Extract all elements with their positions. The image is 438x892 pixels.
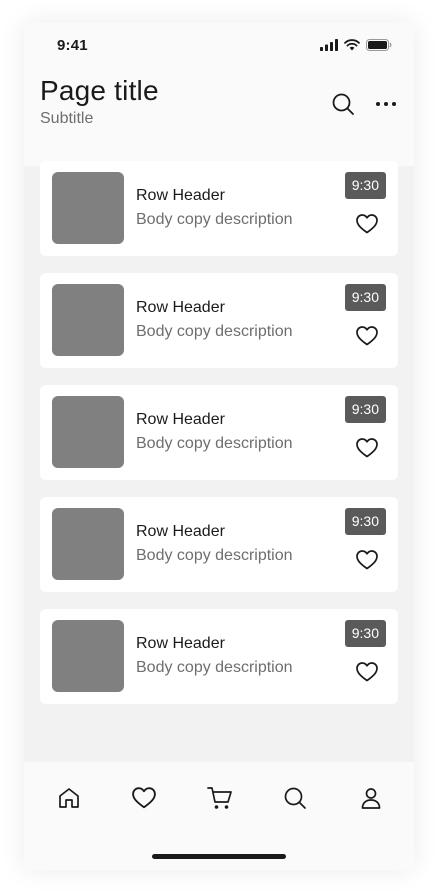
home-indicator (152, 854, 286, 859)
status-bar: 9:41 (24, 22, 414, 70)
row-description: Body copy description (136, 435, 293, 452)
status-icons (320, 39, 392, 51)
heart-icon (356, 662, 378, 682)
time-badge: 9:30 (344, 396, 386, 423)
time-badge: 9:30 (344, 508, 386, 535)
thumbnail-image (52, 396, 124, 468)
row-description: Body copy description (136, 547, 293, 564)
page-header: Page title Subtitle (24, 70, 414, 166)
header-more-button[interactable] (372, 90, 400, 118)
heart-icon (356, 326, 378, 346)
thumbnail-image (52, 620, 124, 692)
favorite-button[interactable] (354, 435, 380, 461)
list-item[interactable]: Row Header Body copy description 9:30 (40, 161, 398, 256)
heart-icon (356, 438, 378, 458)
battery-icon (366, 39, 392, 51)
favorite-button[interactable] (354, 211, 380, 237)
row-header: Row Header (136, 635, 225, 652)
row-description: Body copy description (136, 659, 293, 676)
favorite-button[interactable] (354, 659, 380, 685)
content-list: Row Header Body copy description 9:30 Ro… (40, 161, 398, 721)
cart-icon (207, 785, 233, 811)
thumbnail-image (52, 284, 124, 356)
phone-screen: 9:41 Page title Subtitle Row Header Body… (24, 22, 414, 870)
header-search-button[interactable] (329, 90, 357, 118)
favorite-button[interactable] (354, 547, 380, 573)
time-badge: 9:30 (344, 620, 386, 647)
list-item[interactable]: Row Header Body copy description 9:30 (40, 609, 398, 704)
nav-search[interactable] (281, 784, 309, 812)
list-item[interactable]: Row Header Body copy description 9:30 (40, 497, 398, 592)
wifi-icon (344, 39, 360, 51)
nav-profile[interactable] (357, 784, 385, 812)
page-subtitle: Subtitle (40, 110, 94, 127)
more-icon (375, 101, 397, 107)
row-header: Row Header (136, 523, 225, 540)
page-title: Page title (40, 75, 159, 106)
heart-icon (132, 787, 156, 809)
signal-icon (320, 39, 338, 51)
time-badge: 9:30 (344, 172, 386, 199)
search-icon (283, 786, 307, 810)
heart-icon (356, 550, 378, 570)
row-header: Row Header (136, 187, 225, 204)
thumbnail-image (52, 172, 124, 244)
home-icon (57, 786, 81, 810)
bottom-navigation (24, 762, 414, 870)
favorite-button[interactable] (354, 323, 380, 349)
row-header: Row Header (136, 299, 225, 316)
list-item[interactable]: Row Header Body copy description 9:30 (40, 273, 398, 368)
row-description: Body copy description (136, 211, 293, 228)
row-description: Body copy description (136, 323, 293, 340)
nav-cart[interactable] (206, 784, 234, 812)
nav-home[interactable] (55, 784, 83, 812)
nav-favorites[interactable] (130, 784, 158, 812)
heart-icon (356, 214, 378, 234)
search-icon (331, 92, 355, 116)
row-header: Row Header (136, 411, 225, 428)
list-item[interactable]: Row Header Body copy description 9:30 (40, 385, 398, 480)
thumbnail-image (52, 508, 124, 580)
status-time: 9:41 (57, 37, 88, 54)
time-badge: 9:30 (344, 284, 386, 311)
profile-icon (359, 786, 383, 810)
